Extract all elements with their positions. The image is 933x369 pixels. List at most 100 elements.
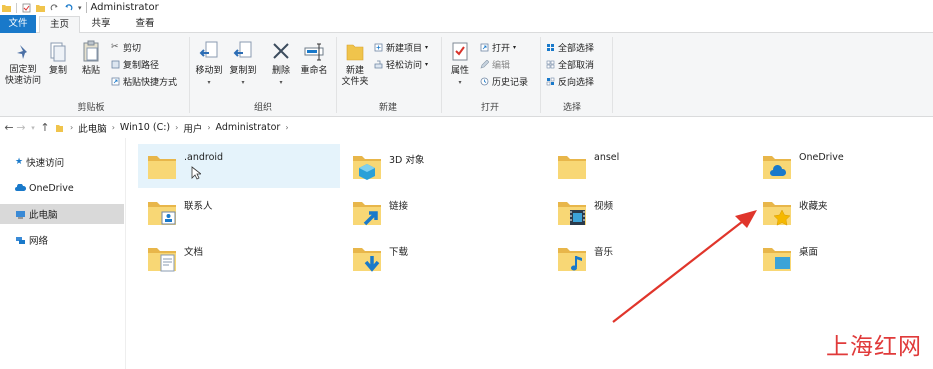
file-item[interactable]: 桌面 [753,236,933,280]
tab-view[interactable]: 查看 [127,16,163,33]
paste-icon [83,40,99,62]
select-none-button[interactable]: 全部取消 [546,58,594,71]
file-item[interactable]: ansel [548,144,750,188]
nav-item-this-pc[interactable]: 此电脑 [0,204,124,224]
properties-button[interactable]: 属性 ▾ [446,40,474,88]
rename-button[interactable]: 重命名 [296,40,332,77]
ribbon: 固定到 快速访问 复制 粘贴 ✂ 剪切 复制路径 粘贴快捷方式 剪贴板 移动到 … [0,33,933,117]
3d-objects-folder-icon [353,156,381,180]
customize-toolbar-dropdown-icon[interactable]: ▾ [78,4,82,12]
undo-icon[interactable] [64,3,73,13]
file-item[interactable]: OneDrive [753,144,933,188]
new-group-label: 新建 [378,103,397,113]
history-icon [480,77,489,86]
edit-label: 编辑 [492,61,511,71]
recent-locations-chevron-icon[interactable]: ▾ [27,124,39,132]
breadcrumb-drive[interactable]: Win10 (C:) [120,122,170,133]
ribbon-tabs: 文件 主页 共享 查看 [0,15,933,34]
open-label: 打开 [492,44,511,54]
redo-icon[interactable] [50,3,59,13]
cut-button[interactable]: ✂ 剪切 [111,41,141,55]
group-divider [612,37,613,113]
tab-share[interactable]: 共享 [84,16,118,33]
history-label: 历史记录 [492,78,529,88]
breadcrumb-this-pc[interactable]: 此电脑 [78,121,107,135]
select-all-button[interactable]: 全部选择 [546,41,594,54]
edit-button[interactable]: 编辑 [480,58,510,71]
annotation-arrow-icon [612,210,757,323]
invert-selection-icon [546,77,555,86]
breadcrumb-chevron-icon: › [175,123,179,132]
up-arrow-icon[interactable]: ↑ [39,121,51,134]
paste-shortcut-icon [111,77,120,86]
copy-to-label: 复制到 [229,66,257,76]
videos-folder-icon [558,202,586,225]
group-divider [189,37,190,113]
select-none-icon [546,60,555,69]
move-to-button[interactable]: 移动到 ▾ [193,40,225,88]
file-item-name: 文档 [184,247,204,258]
pin-to-quick-access-button[interactable]: 固定到 快速访问 [2,43,44,87]
nav-item-label: 此电脑 [29,210,58,221]
folder-icon [56,124,63,132]
invert-selection-button[interactable]: 反向选择 [546,75,594,88]
copy-label: 复制 [48,66,67,76]
new-folder-icon[interactable] [36,3,45,13]
file-item[interactable]: 收藏夹 [753,190,933,234]
copy-button[interactable]: 复制 [46,40,70,77]
select-none-label: 全部取消 [558,61,595,71]
file-item[interactable]: 链接 [343,190,545,234]
breadcrumb-users[interactable]: 用户 [183,121,202,135]
new-item-label: 新建项目 [386,44,423,54]
file-item[interactable]: 下载 [343,236,545,280]
new-folder-icon [346,44,364,61]
invert-selection-label: 反向选择 [558,78,595,88]
breadcrumb-administrator[interactable]: Administrator [216,122,281,133]
contacts-folder-icon [148,202,176,225]
window-title: Administrator [90,2,159,13]
file-item-name: .android [184,152,224,163]
tab-file[interactable]: 文件 [0,15,36,33]
copy-path-label: 复制路径 [123,61,160,71]
easy-access-button[interactable]: 轻松访问 ▾ [374,58,428,71]
properties-icon[interactable] [22,3,31,13]
group-divider [540,37,541,113]
toolbar-divider [16,2,17,13]
tab-home[interactable]: 主页 [39,16,80,34]
chevron-down-icon: ▾ [425,61,429,68]
file-item[interactable]: 文档 [138,236,340,280]
address-row: ← → ▾ ↑ › 此电脑 › Win10 (C:) › 用户 › Admini… [0,117,933,138]
new-folder-label-line2: 文件夹 [341,77,369,87]
file-item-name: 桌面 [799,247,819,258]
group-divider [441,37,442,113]
clipboard-group-label: 剪贴板 [77,103,105,113]
nav-item-label: 快速访问 [26,158,65,169]
file-item-name: OneDrive [799,152,844,163]
open-button[interactable]: 打开 ▾ [480,41,516,54]
open-icon [480,43,489,52]
delete-button[interactable]: 删除 ▾ [268,40,294,88]
new-folder-button[interactable]: 新建 文件夹 [339,40,371,88]
back-arrow-icon[interactable]: ← [3,121,15,134]
nav-item-quick-access[interactable]: ★ 快速访问 [0,152,124,172]
copy-to-button[interactable]: 复制到 ▾ [227,40,259,88]
computer-icon [16,210,25,218]
copy-path-icon [111,60,120,69]
paste-button[interactable]: 粘贴 [78,40,104,77]
address-bar[interactable]: › 此电脑 › Win10 (C:) › 用户 › Administrator … [55,121,294,135]
new-item-button[interactable]: 新建项目 ▾ [374,41,428,54]
file-item[interactable]: 3D 对象 [343,144,545,188]
edit-icon [480,60,489,69]
nav-item-onedrive[interactable]: OneDrive [0,178,124,198]
network-icon [16,236,25,244]
nav-item-network[interactable]: 网络 [0,230,124,250]
paste-shortcut-button[interactable]: 粘贴快捷方式 [111,75,177,88]
file-item[interactable]: 联系人 [138,190,340,234]
open-group-label: 打开 [480,103,499,113]
copy-path-button[interactable]: 复制路径 [111,58,159,71]
chevron-down-icon: ▾ [207,79,211,86]
file-item[interactable]: .android [138,144,340,188]
forward-arrow-icon[interactable]: → [15,121,27,134]
downloads-folder-icon [353,248,381,272]
history-button[interactable]: 历史记录 [480,75,528,88]
